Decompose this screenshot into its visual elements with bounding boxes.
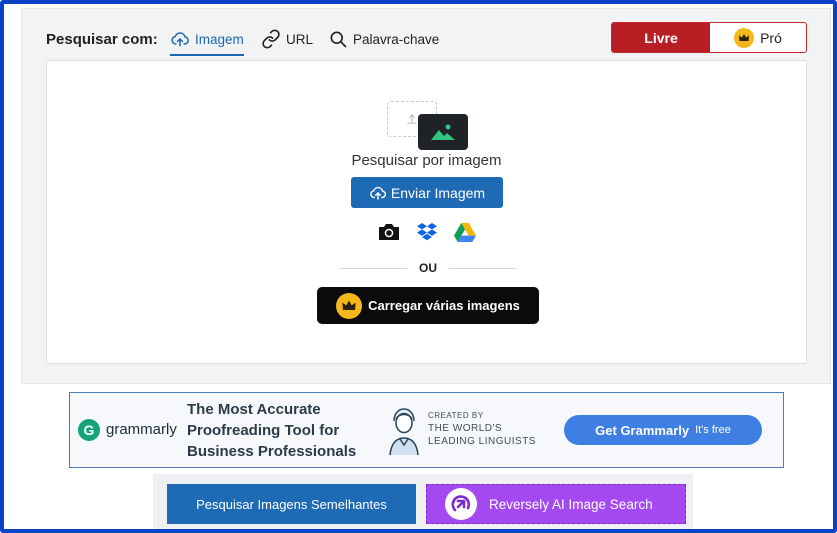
image-drop-zone[interactable]: Pesquisar por imagem Enviar Imagem OU Ca… (46, 60, 807, 364)
tab-keyword[interactable]: Palavra-chave (328, 25, 439, 53)
ad-headline-line: Business Professionals (187, 443, 357, 460)
ad-credit-line: LEADING LINGUISTS (428, 436, 536, 447)
search-mode-bar: Pesquisar com: Imagem URL Palavra-chave … (22, 9, 830, 59)
upload-multiple-label: Carregar várias imagens (368, 298, 520, 313)
divider-line (340, 267, 407, 269)
its-free-label: It's free (695, 424, 731, 436)
or-divider: OU (340, 260, 516, 276)
plan-toggle: Livre Pró (611, 22, 807, 53)
ad-credit-line: THE WORLD'S (428, 423, 503, 434)
drop-zone-title: Pesquisar por imagem (351, 152, 502, 169)
plan-free-button[interactable]: Livre (612, 23, 710, 52)
tab-url[interactable]: URL (261, 25, 313, 53)
link-icon (262, 29, 280, 49)
camera-icon[interactable] (377, 221, 401, 243)
ad-credit-text: CREATED BY THE WORLD'S LEADING LINGUISTS (428, 409, 568, 448)
search-similar-images-label: Pesquisar Imagens Semelhantes (196, 496, 387, 512)
grammarly-logo-icon: G (78, 419, 100, 441)
plan-pro-button[interactable]: Pró (710, 23, 806, 52)
tab-url-label: URL (286, 31, 314, 47)
crown-icon (734, 27, 755, 48)
search-with-label: Pesquisar com: (46, 31, 158, 48)
upload-illustration (387, 101, 469, 151)
bottom-action-strip: Pesquisar Imagens Semelhantes Reversely … (153, 474, 693, 529)
tab-image[interactable]: Imagem (170, 25, 244, 56)
get-grammarly-button[interactable]: Get Grammarly It's free (564, 415, 762, 445)
upload-sources (377, 221, 477, 243)
search-icon (330, 31, 347, 48)
or-text: OU (419, 261, 437, 275)
tab-keyword-label: Palavra-chave (353, 31, 440, 47)
crown-icon (336, 292, 363, 319)
reversely-ai-search-label: Reversely AI Image Search (489, 496, 653, 512)
image-icon (418, 114, 468, 150)
dropbox-icon[interactable] (415, 221, 439, 243)
divider-line (449, 267, 516, 269)
grammarly-ad-banner[interactable]: G grammarly The Most Accurate Proofreadi… (69, 392, 784, 468)
get-grammarly-label: Get Grammarly (595, 422, 690, 438)
ad-credit-small: CREATED BY (428, 411, 484, 420)
tab-image-label: Imagem (195, 31, 244, 47)
upload-multiple-button[interactable]: Carregar várias imagens (317, 287, 539, 324)
cloud-upload-icon (370, 186, 386, 200)
linguist-illustration-icon (389, 408, 419, 456)
screenshot-frame: Pesquisar com: Imagem URL Palavra-chave … (0, 0, 837, 533)
reversely-ai-search-button[interactable]: Reversely AI Image Search (426, 484, 686, 524)
ad-headline: The Most Accurate Proofreading Tool for … (187, 399, 387, 462)
upload-image-label: Enviar Imagem (390, 184, 486, 201)
plan-pro-label: Pró (760, 29, 782, 46)
reversely-logo-icon (445, 488, 477, 520)
ad-headline-line: The Most Accurate (187, 401, 321, 418)
upload-image-button[interactable]: Enviar Imagem (351, 177, 503, 208)
search-similar-images-button[interactable]: Pesquisar Imagens Semelhantes (167, 484, 416, 524)
cloud-upload-icon (171, 32, 189, 47)
search-panel: Pesquisar com: Imagem URL Palavra-chave … (21, 8, 831, 384)
google-drive-icon[interactable] (453, 221, 477, 243)
grammarly-wordmark: grammarly (106, 421, 177, 438)
ad-headline-line: Proofreading Tool for (187, 422, 340, 439)
